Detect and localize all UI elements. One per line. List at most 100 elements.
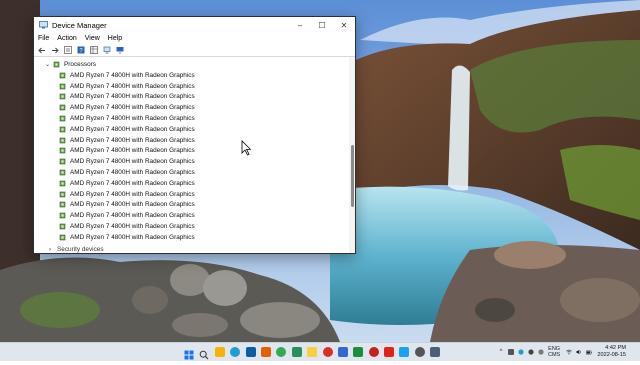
menu-help[interactable]: Help [104, 35, 126, 42]
taskbar-clock[interactable]: 4:42 PM 2022-08-15 [597, 345, 626, 359]
processor-icon [59, 223, 66, 230]
processor-icon [59, 94, 66, 100]
edge-icon[interactable] [230, 347, 241, 357]
processor-item[interactable]: AMD Ryzen 7 4800H with Radeon Graphics [59, 156, 195, 167]
processor-icon [59, 137, 66, 143]
processor-label: AMD Ryzen 7 4800H with Radeon Graphics [70, 179, 195, 187]
computer-icon[interactable] [102, 46, 112, 55]
edge-beta-icon[interactable] [291, 347, 302, 357]
tree-category-label: Processors [64, 60, 96, 68]
processor-item[interactable]: AMD Ryzen 7 4800H with Radeon Graphics [59, 146, 195, 157]
file-explorer-icon[interactable] [214, 347, 225, 357]
processor-item[interactable]: AMD Ryzen 7 4800H with Radeon Graphics [59, 70, 195, 81]
clock-date: 2022-08-15 [597, 352, 626, 358]
properties-icon[interactable] [63, 46, 73, 55]
tray-app-icon-4[interactable] [538, 349, 544, 355]
search-icon[interactable] [199, 347, 209, 360]
system-tray: ^ ENG CMS [498, 343, 596, 361]
processor-label: AMD Ryzen 7 4800H with Radeon Graphics [70, 223, 195, 231]
chrome-icon[interactable] [276, 347, 287, 357]
window-title: Device Manager [52, 20, 107, 30]
minimize-button[interactable]: – [289, 17, 311, 33]
processor-item[interactable]: AMD Ryzen 7 4800H with Radeon Graphics [59, 81, 195, 92]
processor-icon [59, 126, 66, 133]
title-bar[interactable]: Device Manager – ☐ ✕ [34, 17, 355, 33]
device-manager-window: Device Manager – ☐ ✕ File Action View He… [33, 16, 356, 254]
processor-label: AMD Ryzen 7 4800H with Radeon Graphics [70, 136, 195, 144]
tree-category-partial[interactable]: › Security devices [49, 244, 104, 253]
processor-label: AMD Ryzen 7 4800H with Radeon Graphics [70, 169, 195, 177]
processor-item[interactable]: AMD Ryzen 7 4800H with Radeon Graphics [59, 124, 195, 135]
menu-action[interactable]: Action [53, 35, 80, 42]
start-icon[interactable] [184, 347, 194, 360]
tree-category-partial-label: Security devices [57, 245, 104, 253]
vertical-scrollbar[interactable] [349, 57, 355, 253]
twitter-icon[interactable] [399, 347, 410, 357]
toolbar: ? [34, 44, 355, 57]
input-method: CMS [548, 352, 561, 358]
firefox-icon[interactable] [260, 347, 271, 357]
forward-arrow-icon[interactable] [50, 46, 60, 55]
processor-icon [59, 212, 66, 219]
processor-item[interactable]: AMD Ryzen 7 4800H with Radeon Graphics [59, 232, 195, 243]
processor-item[interactable]: AMD Ryzen 7 4800H with Radeon Graphics [59, 210, 195, 221]
processor-item[interactable]: AMD Ryzen 7 4800H with Radeon Graphics [59, 113, 195, 124]
notes-icon[interactable] [307, 347, 318, 357]
processor-label: AMD Ryzen 7 4800H with Radeon Graphics [70, 212, 195, 220]
processor-item[interactable]: AMD Ryzen 7 4800H with Radeon Graphics [59, 102, 195, 113]
processor-label: AMD Ryzen 7 4800H with Radeon Graphics [70, 201, 195, 209]
mouse-cursor-icon [241, 140, 251, 156]
device-manager-icon[interactable] [430, 347, 441, 357]
processor-icon [59, 180, 66, 187]
processor-category-icon [53, 61, 60, 67]
processor-label: AMD Ryzen 7 4800H with Radeon Graphics [70, 125, 195, 133]
store-icon[interactable] [245, 347, 256, 357]
chrome-alt-icon[interactable] [353, 347, 364, 357]
app-icon-blue[interactable] [337, 347, 348, 357]
processor-label: AMD Ryzen 7 4800H with Radeon Graphics [70, 147, 195, 155]
processor-label: AMD Ryzen 7 4800H with Radeon Graphics [70, 104, 195, 112]
tree-category-processors[interactable]: ⌄ Processors [45, 59, 96, 69]
processor-icon [59, 72, 66, 79]
processor-item[interactable]: AMD Ryzen 7 4800H with Radeon Graphics [59, 178, 195, 189]
tray-chevron-icon[interactable]: ^ [498, 349, 504, 355]
processor-item[interactable]: AMD Ryzen 7 4800H with Radeon Graphics [59, 221, 195, 232]
processor-item[interactable]: AMD Ryzen 7 4800H with Radeon Graphics [59, 200, 195, 211]
device-manager-app-icon [39, 21, 48, 29]
processor-item[interactable]: AMD Ryzen 7 4800H with Radeon Graphics [59, 92, 195, 103]
monitor-icon[interactable] [115, 46, 125, 55]
volume-icon[interactable] [576, 349, 582, 355]
processor-label: AMD Ryzen 7 4800H with Radeon Graphics [70, 158, 195, 166]
youtube-icon[interactable] [384, 347, 395, 357]
tray-app-icon[interactable] [508, 349, 514, 355]
tray-app-icon-2[interactable] [518, 349, 524, 355]
processor-label: AMD Ryzen 7 4800H with Radeon Graphics [70, 93, 195, 101]
tray-app-icon-3[interactable] [528, 349, 534, 355]
menu-view[interactable]: View [81, 35, 104, 42]
settings-icon[interactable] [414, 347, 425, 357]
language-indicator[interactable]: ENG CMS [548, 346, 560, 358]
help-icon[interactable]: ? [76, 46, 86, 55]
processor-item[interactable]: AMD Ryzen 7 4800H with Radeon Graphics [59, 135, 195, 146]
menu-file[interactable]: File [34, 35, 53, 42]
back-arrow-icon[interactable] [37, 46, 47, 55]
taskbar-pinned-apps [184, 343, 446, 361]
processor-icon [59, 158, 66, 165]
app-icon-red[interactable] [322, 347, 333, 357]
wifi-icon[interactable] [566, 349, 572, 355]
close-button[interactable]: ✕ [333, 17, 355, 33]
processor-icon [59, 83, 66, 89]
processor-label: AMD Ryzen 7 4800H with Radeon Graphics [70, 115, 195, 123]
processor-icon [59, 191, 66, 197]
processor-item[interactable]: AMD Ryzen 7 4800H with Radeon Graphics [59, 167, 195, 178]
view-icon[interactable] [89, 46, 99, 55]
processor-item[interactable]: AMD Ryzen 7 4800H with Radeon Graphics [59, 189, 195, 200]
processor-label: AMD Ryzen 7 4800H with Radeon Graphics [70, 190, 195, 198]
scrollbar-thumb[interactable] [350, 145, 354, 207]
maximize-button[interactable]: ☐ [311, 17, 333, 33]
processor-icon [59, 169, 66, 176]
chevron-down-icon[interactable]: ⌄ [45, 61, 53, 68]
battery-icon[interactable] [586, 349, 592, 355]
photos-icon[interactable] [368, 347, 379, 357]
device-tree: ⌄ Processors AMD Ryzen 7 4800H with Rade… [34, 57, 350, 253]
